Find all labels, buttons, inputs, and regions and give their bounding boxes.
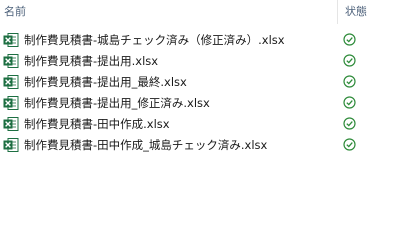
sync-ok-icon — [343, 138, 356, 151]
file-name: 制作費見積書-提出用_修正済み.xlsx — [24, 96, 210, 110]
file-list: 制作費見積書-城島チェック済み（修正済み）.xlsx 制作費見積書-提出用.xl… — [0, 30, 399, 156]
column-header-name[interactable]: 名前 — [4, 3, 26, 19]
file-row[interactable]: 制作費見積書-提出用.xlsx — [0, 51, 399, 72]
sync-ok-icon — [343, 54, 356, 67]
file-name: 制作費見積書-提出用_最終.xlsx — [24, 75, 187, 89]
sync-ok-icon — [343, 117, 356, 130]
file-row[interactable]: 制作費見積書-田中作成.xlsx — [0, 114, 399, 135]
sync-ok-icon — [343, 75, 356, 88]
excel-file-icon — [3, 117, 19, 131]
file-row[interactable]: 制作費見積書-提出用_修正済み.xlsx — [0, 93, 399, 114]
file-name: 制作費見積書-提出用.xlsx — [24, 54, 159, 68]
column-header-status[interactable]: 状態 — [345, 3, 367, 19]
excel-file-icon — [3, 96, 19, 110]
file-row[interactable]: 制作費見積書-提出用_最終.xlsx — [0, 72, 399, 93]
file-name: 制作費見積書-田中作成.xlsx — [24, 117, 170, 131]
excel-file-icon — [3, 75, 19, 89]
column-header: 名前 状態 — [0, 0, 399, 24]
column-divider[interactable] — [337, 0, 338, 24]
file-name: 制作費見積書-田中作成_城島チェック済み.xlsx — [24, 138, 268, 152]
sync-ok-icon — [343, 96, 356, 109]
file-row[interactable]: 制作費見積書-城島チェック済み（修正済み）.xlsx — [0, 30, 399, 51]
excel-file-icon — [3, 33, 19, 47]
file-name: 制作費見積書-城島チェック済み（修正済み）.xlsx — [24, 33, 285, 47]
file-row[interactable]: 制作費見積書-田中作成_城島チェック済み.xlsx — [0, 135, 399, 156]
excel-file-icon — [3, 138, 19, 152]
sync-ok-icon — [343, 33, 356, 46]
excel-file-icon — [3, 54, 19, 68]
